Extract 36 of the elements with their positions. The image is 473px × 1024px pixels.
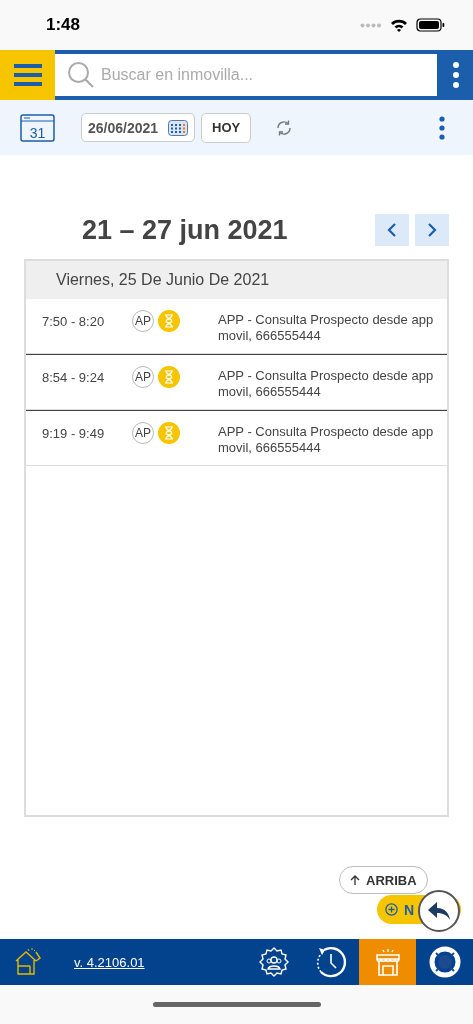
day-header: Viernes, 25 De Junio De 2021 [26,261,447,299]
event-time: 9:19 - 9:49 [42,425,106,441]
more-icon [453,62,459,88]
chevron-right-icon [427,222,437,238]
week-title: 21 – 27 jun 2021 [81,214,289,246]
battery-icon [416,18,445,32]
more-icon[interactable] [439,115,445,140]
event-description: APP - Consulta Prospecto desde app movil, 666555444 [218,423,435,456]
shop-icon [374,947,401,977]
calendar-icon[interactable]: 31 [20,113,55,142]
menu-icon [13,63,42,87]
event-description: APP - Consulta Prospecto desde app movil, 666555444 [218,367,435,400]
previous-button[interactable] [375,214,409,246]
scroll-up-button[interactable]: ARRIBA [339,866,428,894]
chevron-left-icon [387,222,397,238]
search-field[interactable]: Buscar en inmovilla... [55,52,439,98]
today-button[interactable]: HOY [201,112,252,143]
event-time: 8:54 - 9:24 [42,369,106,385]
event-description: APP - Consulta Prospecto desde app movil, 666555444 [218,311,435,344]
reply-arrow-icon [427,901,451,921]
menu-button[interactable] [0,50,55,100]
event-row[interactable]: 9:19 - 9:49 AP APP - Consulta Prospecto desde app movil, 666555444 [26,411,447,466]
calendar-icon [168,119,189,136]
status-time: 1:48 [46,15,82,35]
team-gear-icon [257,946,290,978]
date-field[interactable]: 26/06/2021 [81,113,196,142]
signal-icon [360,22,382,28]
next-button[interactable] [415,214,449,246]
version-link[interactable]: v. 4.2106.01 [74,954,145,970]
arrow-up-icon [350,874,360,886]
back-button[interactable] [418,890,460,932]
lifebuoy-icon [428,946,461,978]
plus-circle-icon [385,903,398,916]
wifi-icon [390,18,408,32]
refresh-icon[interactable] [275,118,294,137]
event-time: 7:50 - 8:20 [42,313,106,329]
